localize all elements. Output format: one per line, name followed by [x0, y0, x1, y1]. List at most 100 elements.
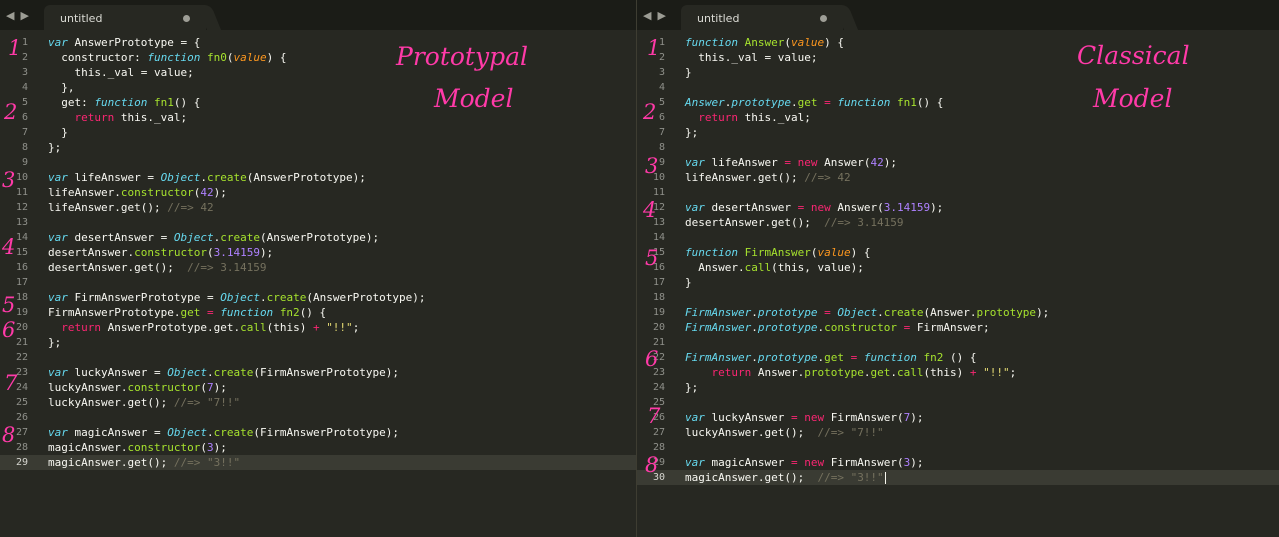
- code-line[interactable]: 23 return Answer.prototype.get.call(this…: [637, 365, 1279, 380]
- code-text[interactable]: },: [48, 80, 74, 95]
- code-text[interactable]: var desertAnswer = Object.create(AnswerP…: [48, 230, 379, 245]
- code-line[interactable]: 4 },: [0, 80, 636, 95]
- code-text[interactable]: constructor: function fn0(value) {: [48, 50, 286, 65]
- code-line[interactable]: 7 }: [0, 125, 636, 140]
- code-line[interactable]: 1 var AnswerPrototype = {: [0, 35, 636, 50]
- code-text[interactable]: Answer.call(this, value);: [685, 260, 864, 275]
- code-text[interactable]: luckyAnswer.constructor(7);: [48, 380, 227, 395]
- code-text[interactable]: var lifeAnswer = new Answer(42);: [685, 155, 897, 170]
- triangle-left-icon[interactable]: ◀: [643, 9, 657, 22]
- code-line[interactable]: 20 FirmAnswer.prototype.constructor = Fir…: [637, 320, 1279, 335]
- code-line[interactable]: 25 luckyAnswer.get(); //=> "7!!": [0, 395, 636, 410]
- code-line[interactable]: 19 FirmAnswer.prototype = Object.create(A…: [637, 305, 1279, 320]
- code-text[interactable]: var AnswerPrototype = {: [48, 35, 200, 50]
- code-text[interactable]: desertAnswer.get(); //=> 3.14159: [685, 215, 904, 230]
- code-editor[interactable]: 1 function Answer(value) {2 this._val = v…: [637, 35, 1279, 485]
- code-text[interactable]: luckyAnswer.get(); //=> "7!!": [48, 395, 240, 410]
- code-text[interactable]: return this._val;: [48, 110, 188, 125]
- code-line[interactable]: 9: [0, 155, 636, 170]
- code-line[interactable]: 19 FirmAnswerPrototype.get = function fn2…: [0, 305, 636, 320]
- code-text[interactable]: };: [48, 335, 61, 350]
- code-text[interactable]: return AnswerPrototype.get.call(this) + …: [48, 320, 359, 335]
- code-text[interactable]: var luckyAnswer = Object.create(FirmAnsw…: [48, 365, 399, 380]
- code-text[interactable]: };: [685, 380, 698, 395]
- code-text[interactable]: var magicAnswer = new FirmAnswer(3);: [685, 455, 923, 470]
- code-line[interactable]: 27 var magicAnswer = Object.create(FirmAn…: [0, 425, 636, 440]
- triangle-left-icon[interactable]: ◀: [6, 9, 20, 22]
- code-line[interactable]: 24 luckyAnswer.constructor(7);: [0, 380, 636, 395]
- code-line[interactable]: 28 magicAnswer.constructor(3);: [0, 440, 636, 455]
- code-text[interactable]: FirmAnswer.prototype.get = function fn2 …: [685, 350, 976, 365]
- code-line[interactable]: 26 var luckyAnswer = new FirmAnswer(7);: [637, 410, 1279, 425]
- code-line[interactable]: 21};: [0, 335, 636, 350]
- code-line[interactable]: 18 var FirmAnswerPrototype = Object.creat…: [0, 290, 636, 305]
- code-text[interactable]: lifeAnswer.get(); //=> 42: [685, 170, 851, 185]
- code-line[interactable]: 29 var magicAnswer = new FirmAnswer(3);: [637, 455, 1279, 470]
- code-text[interactable]: var magicAnswer = Object.create(FirmAnsw…: [48, 425, 399, 440]
- code-text[interactable]: desertAnswer.constructor(3.14159);: [48, 245, 273, 260]
- code-text[interactable]: FirmAnswerPrototype.get = function fn2()…: [48, 305, 326, 320]
- triangle-right-icon[interactable]: ▶: [657, 9, 671, 22]
- code-text[interactable]: Answer.prototype.get = function fn1() {: [685, 95, 943, 110]
- code-text[interactable]: luckyAnswer.get(); //=> "7!!": [685, 425, 884, 440]
- code-line[interactable]: 15 function FirmAnswer(value) {: [637, 245, 1279, 260]
- code-line[interactable]: 13: [0, 215, 636, 230]
- code-text[interactable]: lifeAnswer.get(); //=> 42: [48, 200, 214, 215]
- code-text[interactable]: return Answer.prototype.get.call(this) +…: [685, 365, 1017, 380]
- code-line[interactable]: 29 magicAnswer.get(); //=> "3!!": [0, 455, 636, 470]
- code-line[interactable]: 20 return AnswerPrototype.get.call(this)…: [0, 320, 636, 335]
- code-line[interactable]: 28: [637, 440, 1279, 455]
- code-text[interactable]: get: function fn1() {: [48, 95, 200, 110]
- code-line[interactable]: 23 var luckyAnswer = Object.create(FirmAn…: [0, 365, 636, 380]
- dot-icon[interactable]: [820, 15, 827, 22]
- code-line[interactable]: 8};: [0, 140, 636, 155]
- code-line[interactable]: 5 get: function fn1() {: [0, 95, 636, 110]
- code-text[interactable]: FirmAnswer.prototype.constructor = FirmA…: [685, 320, 990, 335]
- code-line[interactable]: 11: [637, 185, 1279, 200]
- code-line[interactable]: 7};: [637, 125, 1279, 140]
- code-line[interactable]: 6 return this._val;: [637, 110, 1279, 125]
- code-text[interactable]: magicAnswer.constructor(3);: [48, 440, 227, 455]
- code-line[interactable]: 12 var desertAnswer = new Answer(3.14159)…: [637, 200, 1279, 215]
- code-text[interactable]: desertAnswer.get(); //=> 3.14159: [48, 260, 267, 275]
- code-line[interactable]: 27 luckyAnswer.get(); //=> "7!!": [637, 425, 1279, 440]
- code-line[interactable]: 26: [0, 410, 636, 425]
- code-line[interactable]: 17}: [637, 275, 1279, 290]
- code-text[interactable]: }: [685, 275, 692, 290]
- code-text[interactable]: var desertAnswer = new Answer(3.14159);: [685, 200, 943, 215]
- dot-icon[interactable]: [183, 15, 190, 22]
- code-line[interactable]: 4: [637, 80, 1279, 95]
- code-line[interactable]: 17: [0, 275, 636, 290]
- code-line[interactable]: 22 FirmAnswer.prototype.get = function fn…: [637, 350, 1279, 365]
- code-line[interactable]: 10 var lifeAnswer = Object.create(AnswerP…: [0, 170, 636, 185]
- code-text[interactable]: magicAnswer.get(); //=> "3!!": [685, 470, 886, 485]
- code-text[interactable]: function Answer(value) {: [685, 35, 844, 50]
- code-text[interactable]: magicAnswer.get(); //=> "3!!": [48, 455, 240, 470]
- code-text[interactable]: }: [685, 65, 692, 80]
- code-text[interactable]: }: [48, 125, 68, 140]
- code-text[interactable]: };: [685, 125, 698, 140]
- code-text[interactable]: return this._val;: [685, 110, 811, 125]
- code-line[interactable]: 14: [637, 230, 1279, 245]
- code-text[interactable]: var lifeAnswer = Object.create(AnswerPro…: [48, 170, 366, 185]
- code-line[interactable]: 21: [637, 335, 1279, 350]
- code-text[interactable]: var luckyAnswer = new FirmAnswer(7);: [685, 410, 923, 425]
- code-text[interactable]: this._val = value;: [685, 50, 817, 65]
- code-line[interactable]: 16 desertAnswer.get(); //=> 3.14159: [0, 260, 636, 275]
- code-line[interactable]: 2 constructor: function fn0(value) {: [0, 50, 636, 65]
- code-line[interactable]: 8: [637, 140, 1279, 155]
- code-text[interactable]: this._val = value;: [48, 65, 193, 80]
- editor-pane-left[interactable]: ◀▶ untitled 1 var AnswerPrototype = {2 co…: [0, 0, 636, 537]
- code-text[interactable]: function FirmAnswer(value) {: [685, 245, 870, 260]
- code-line[interactable]: 22: [0, 350, 636, 365]
- code-line[interactable]: 18: [637, 290, 1279, 305]
- code-text[interactable]: lifeAnswer.constructor(42);: [48, 185, 227, 200]
- tab-untitled[interactable]: untitled: [44, 5, 206, 30]
- code-line[interactable]: 6 return this._val;: [0, 110, 636, 125]
- triangle-right-icon[interactable]: ▶: [20, 9, 34, 22]
- code-line[interactable]: 13 desertAnswer.get(); //=> 3.14159: [637, 215, 1279, 230]
- code-editor[interactable]: 1 var AnswerPrototype = {2 constructor: f…: [0, 35, 636, 470]
- code-line[interactable]: 16 Answer.call(this, value);: [637, 260, 1279, 275]
- code-text[interactable]: FirmAnswer.prototype = Object.create(Ans…: [685, 305, 1049, 320]
- code-line[interactable]: 12 lifeAnswer.get(); //=> 42: [0, 200, 636, 215]
